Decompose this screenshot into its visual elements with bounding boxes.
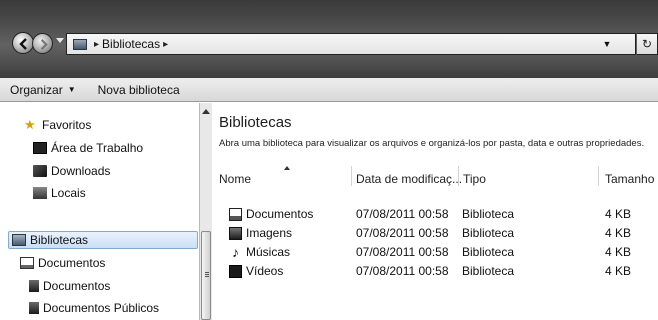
music-library-icon: ♪ (232, 243, 239, 260)
scroll-up-icon[interactable] (202, 109, 210, 114)
address-bar[interactable]: ▸ Bibliotecas ▸ ▼ (66, 33, 636, 55)
public-documents-icon (29, 302, 39, 314)
organize-button[interactable]: Organizar ▼ (0, 83, 86, 97)
nav-item-label: Documentos (43, 279, 111, 293)
nav-item-downloads[interactable]: Downloads (33, 164, 110, 178)
row-date: 07/08/2011 00:58 (356, 264, 449, 278)
videos-library-icon (229, 264, 242, 278)
row-type: Biblioteca (462, 226, 515, 240)
column-header-name[interactable]: Nome (219, 172, 251, 186)
row-name-cell: Documentos (229, 207, 313, 221)
column-header-size[interactable]: Tamanho (605, 172, 654, 186)
table-row[interactable]: Documentos 07/08/2011 00:58 Biblioteca 4… (229, 207, 649, 223)
library-location-icon (73, 38, 87, 50)
row-name-cell: Imagens (229, 226, 292, 240)
sort-ascending-icon (284, 166, 290, 170)
breadcrumb-bibliotecas[interactable]: Bibliotecas (102, 37, 160, 51)
nav-item-label: Documentos (38, 256, 106, 270)
places-icon (33, 187, 47, 199)
row-type: Biblioteca (462, 207, 515, 221)
breadcrumb-separator[interactable]: ▸ (94, 39, 99, 50)
table-row[interactable]: Vídeos 07/08/2011 00:58 Biblioteca 4 KB (229, 264, 649, 280)
row-date: 07/08/2011 00:58 (356, 245, 449, 259)
star-icon: ★ (24, 117, 36, 132)
row-name-cell: ♪ Músicas (229, 243, 291, 260)
row-size: 4 KB (605, 207, 632, 221)
navigation-scrollbar[interactable] (199, 103, 212, 320)
row-name: Vídeos (246, 264, 284, 278)
row-type: Biblioteca (462, 264, 515, 278)
nav-item-public-documents[interactable]: Documentos Públicos (29, 301, 159, 315)
column-divider[interactable] (598, 166, 599, 186)
nav-item-label: Documentos Públicos (43, 301, 160, 315)
documents-library-icon (229, 207, 242, 221)
nav-item-label: Downloads (51, 164, 111, 178)
row-date: 07/08/2011 00:58 (356, 207, 449, 221)
row-size: 4 KB (605, 264, 632, 278)
new-library-button[interactable]: Nova biblioteca (86, 83, 190, 97)
new-library-label: Nova biblioteca (97, 82, 180, 97)
column-divider[interactable] (458, 166, 459, 186)
nav-favorites-label: Favoritos (42, 118, 92, 132)
nav-item-desktop[interactable]: Área de Trabalho (33, 141, 143, 155)
page-description: Abra uma biblioteca para visualizar os a… (219, 138, 645, 149)
row-name: Documentos (246, 207, 314, 221)
nav-item-label: Área de Trabalho (51, 141, 144, 155)
table-row[interactable]: ♪ Músicas 07/08/2011 00:58 Biblioteca 4 … (229, 245, 649, 261)
organize-label: Organizar (10, 82, 63, 97)
nav-item-my-documents[interactable]: Documentos (29, 279, 110, 293)
chevron-down-icon[interactable]: ▼ (599, 36, 615, 52)
page-title: Bibliotecas (219, 114, 292, 131)
row-size: 4 KB (605, 226, 632, 240)
pictures-library-icon (229, 226, 242, 240)
column-header-type[interactable]: Tipo (463, 172, 486, 186)
libraries-icon (12, 234, 26, 246)
grip-line (205, 274, 209, 275)
grip-line (205, 276, 209, 277)
nav-libraries[interactable]: Bibliotecas (12, 233, 88, 247)
nav-item-label: Locais (51, 186, 86, 200)
desktop-icon (33, 142, 47, 154)
nav-libraries-label: Bibliotecas (30, 233, 89, 247)
row-name: Imagens (246, 226, 293, 240)
nav-item-places[interactable]: Locais (33, 186, 86, 200)
refresh-icon: ↻ (641, 37, 653, 51)
row-type: Biblioteca (462, 245, 515, 259)
documents-icon (20, 257, 34, 269)
table-row[interactable]: Imagens 07/08/2011 00:58 Biblioteca 4 KB (229, 226, 649, 242)
nav-favorites[interactable]: ★ Favoritos (24, 118, 91, 132)
recent-pages-dropdown[interactable] (56, 38, 64, 43)
refresh-button[interactable]: ↻ (637, 33, 658, 55)
row-name: Músicas (246, 245, 291, 259)
column-divider[interactable] (351, 166, 352, 186)
row-name-cell: Vídeos (229, 264, 283, 278)
nav-item-documents[interactable]: Documentos (20, 256, 105, 270)
back-arrow-icon (19, 38, 27, 50)
grip-line (205, 272, 209, 273)
row-date: 07/08/2011 00:58 (356, 226, 449, 240)
downloads-icon (33, 165, 47, 177)
documents-folder-icon (29, 280, 39, 292)
scrollbar-thumb[interactable] (201, 231, 211, 320)
row-size: 4 KB (605, 245, 632, 259)
column-header-date[interactable]: Data de modificaç... (356, 172, 462, 186)
breadcrumb-separator-end[interactable]: ▸ (163, 39, 168, 50)
chevron-down-icon: ▼ (67, 85, 76, 94)
forward-button[interactable] (32, 33, 53, 54)
back-button[interactable] (12, 32, 34, 54)
forward-arrow-icon (40, 39, 48, 50)
command-bar: Organizar ▼ Nova biblioteca (0, 78, 658, 102)
